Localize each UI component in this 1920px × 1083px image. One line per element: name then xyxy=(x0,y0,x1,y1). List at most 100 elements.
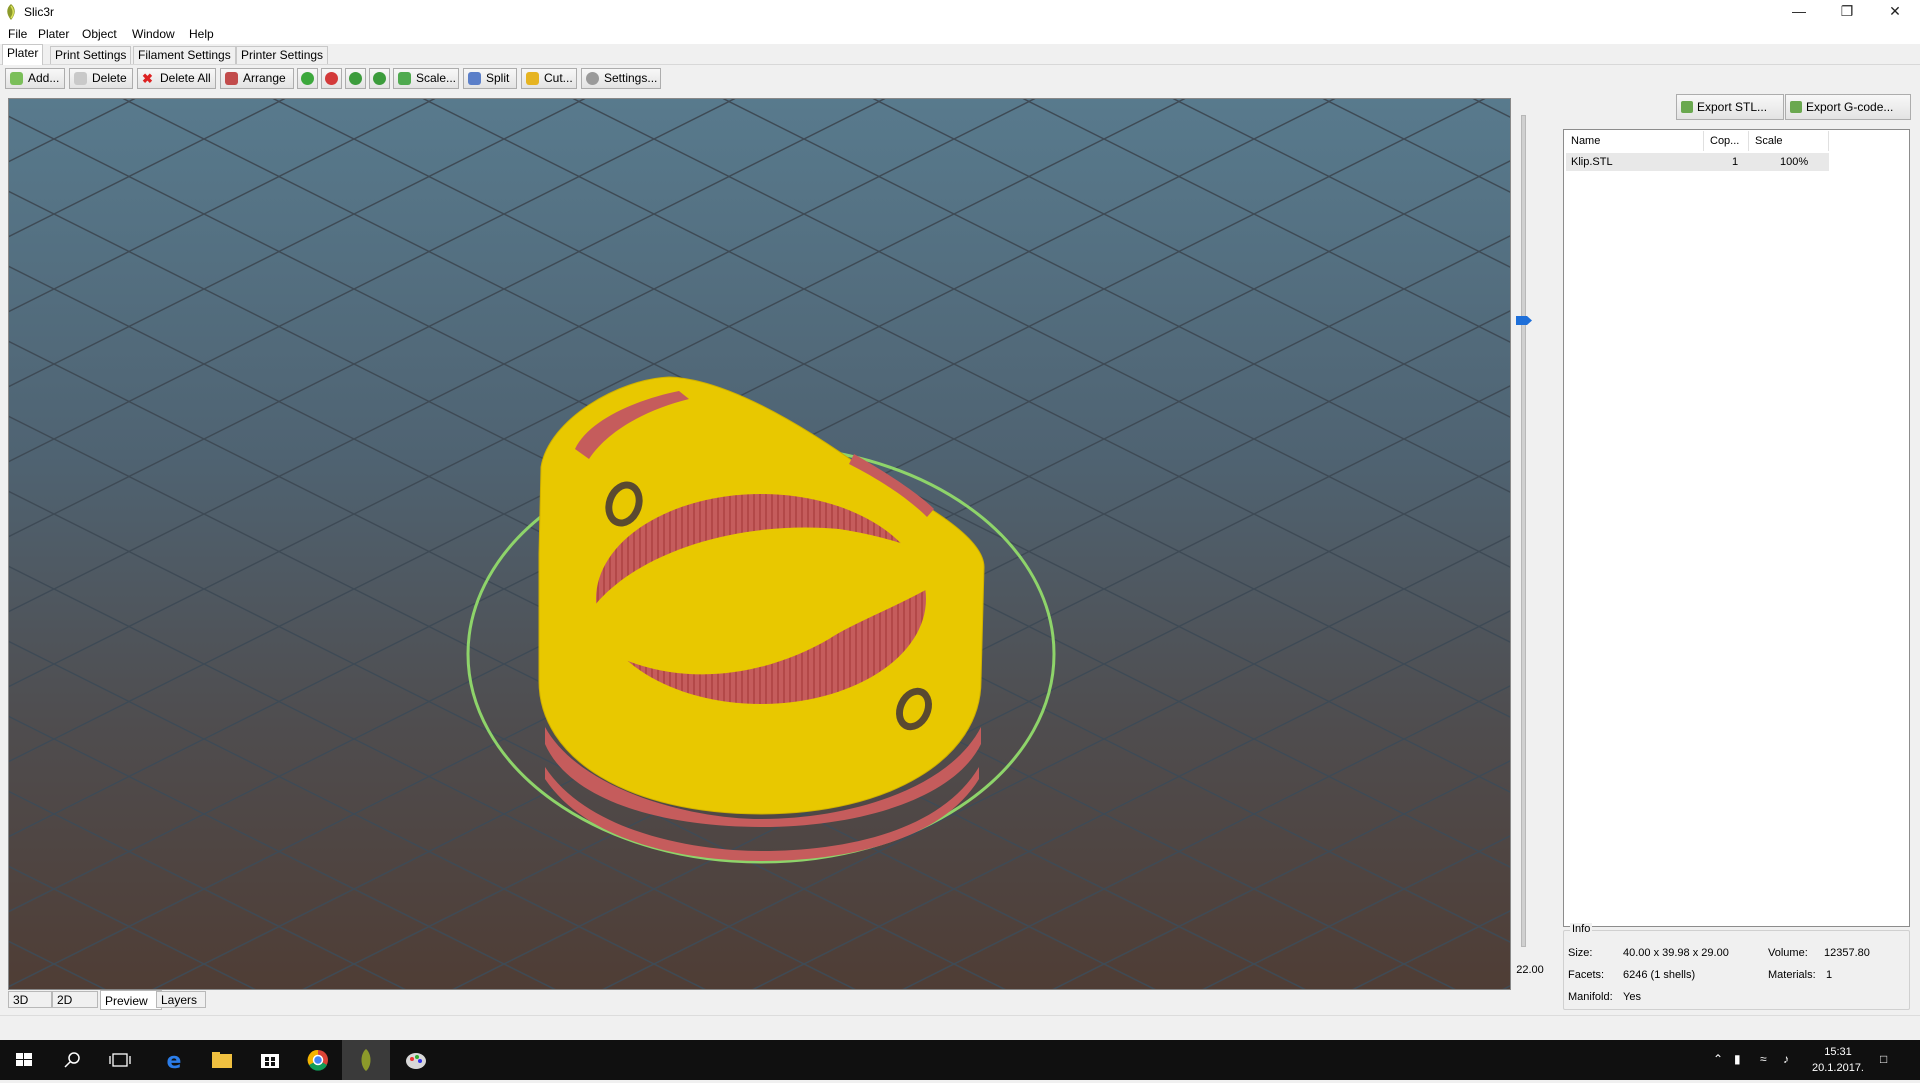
close-button[interactable]: ✕ xyxy=(1872,0,1918,24)
add-icon xyxy=(10,72,23,85)
facets-label: Facets: xyxy=(1568,969,1605,981)
clock-time: 15:31 xyxy=(1824,1046,1852,1058)
menu-file[interactable]: File xyxy=(8,27,27,41)
taskbar-paint[interactable] xyxy=(392,1040,440,1080)
export-stl-icon xyxy=(1681,101,1693,113)
notifications-icon[interactable]: □ xyxy=(1880,1052,1887,1066)
delete-all-icon: ✖ xyxy=(142,71,153,86)
tab-print-settings[interactable]: Print Settings xyxy=(50,46,132,64)
export-gcode-icon xyxy=(1790,101,1802,113)
taskbar-store[interactable] xyxy=(246,1040,294,1080)
preview-canvas[interactable] xyxy=(9,99,1510,989)
window-title: Slic3r xyxy=(24,5,55,19)
layer-slider-thumb[interactable] xyxy=(1516,315,1532,326)
taskbar-chrome[interactable] xyxy=(294,1040,342,1080)
info-legend: Info xyxy=(1570,923,1593,935)
taskbar-explorer[interactable] xyxy=(198,1040,246,1080)
delete-all-button[interactable]: ✖ Delete All xyxy=(137,68,216,89)
menu-plater[interactable]: Plater xyxy=(38,27,69,41)
tab-layers[interactable]: Layers xyxy=(156,991,206,1008)
arrange-button[interactable]: Arrange xyxy=(220,68,294,89)
object-name: Klip.STL xyxy=(1571,156,1613,168)
delete-icon xyxy=(74,72,87,85)
volume-value: 12357.80 xyxy=(1824,947,1870,959)
search-button[interactable] xyxy=(48,1040,96,1080)
slic3r-logo-icon xyxy=(7,4,15,20)
clock-date: 20.1.2017. xyxy=(1812,1062,1864,1074)
scale-button[interactable]: Scale... xyxy=(393,68,459,89)
split-icon xyxy=(468,72,481,85)
tab-printer-settings[interactable]: Printer Settings xyxy=(236,46,329,64)
rotate-right-icon xyxy=(373,72,386,85)
restore-button[interactable]: ❐ xyxy=(1824,0,1870,24)
plater-toolbar: Add... Delete ✖ Delete All Arrange Scale… xyxy=(0,66,1920,92)
tab-3d[interactable]: 3D xyxy=(8,991,52,1008)
object-scale: 100% xyxy=(1780,156,1809,168)
column-header-name[interactable]: Name xyxy=(1565,131,1704,151)
arrange-icon xyxy=(225,72,238,85)
materials-label: Materials: xyxy=(1768,969,1816,981)
split-button[interactable]: Split xyxy=(463,68,517,89)
tab-preview[interactable]: Preview xyxy=(100,990,162,1010)
manifold-value: Yes xyxy=(1623,991,1641,1003)
svg-text:e: e xyxy=(167,1049,182,1074)
slic3r-icon xyxy=(361,1049,371,1071)
rotate-left-button[interactable] xyxy=(345,68,366,89)
gear-icon xyxy=(586,72,599,85)
facets-value: 6246 (1 shells) xyxy=(1623,969,1696,981)
tab-filament-settings[interactable]: Filament Settings xyxy=(133,46,236,64)
export-stl-button[interactable]: Export STL... xyxy=(1676,94,1784,120)
edge-icon: e xyxy=(167,1049,182,1074)
start-button[interactable] xyxy=(0,1040,48,1080)
add-button[interactable]: Add... xyxy=(5,68,65,89)
tab-2d[interactable]: 2D xyxy=(52,991,98,1008)
cut-icon xyxy=(526,72,539,85)
taskbar-slic3r[interactable] xyxy=(342,1040,390,1080)
rotate-right-button[interactable] xyxy=(369,68,390,89)
task-view-button[interactable] xyxy=(96,1040,144,1080)
layer-height-value: 22.00 xyxy=(1516,964,1544,976)
delete-button[interactable]: Delete xyxy=(69,68,133,89)
export-gcode-button[interactable]: Export G-code... xyxy=(1785,94,1911,120)
layer-slider-panel xyxy=(1511,98,1551,988)
preview-viewport[interactable] xyxy=(8,98,1511,990)
column-header-copies[interactable]: Cop... xyxy=(1704,131,1749,151)
increase-copies-button[interactable] xyxy=(297,68,318,89)
decrease-copies-button[interactable] xyxy=(321,68,342,89)
tab-plater[interactable]: Plater xyxy=(2,44,44,65)
manifold-label: Manifold: xyxy=(1568,991,1613,1003)
cut-button[interactable]: Cut... xyxy=(521,68,577,89)
volume-icon[interactable]: ♪ xyxy=(1783,1052,1789,1066)
materials-value: 1 xyxy=(1826,969,1833,981)
minus-icon xyxy=(325,72,338,85)
size-label: Size: xyxy=(1568,947,1593,959)
menu-help[interactable]: Help xyxy=(189,27,214,41)
volume-label: Volume: xyxy=(1768,947,1808,959)
paint-icon xyxy=(406,1053,426,1069)
menu-object[interactable]: Object xyxy=(82,27,117,41)
taskbar-clock[interactable]: 15:31 20.1.2017. xyxy=(1808,1044,1868,1076)
battery-icon[interactable]: ▮ xyxy=(1734,1052,1741,1066)
title-bar: Slic3r — ❐ ✕ xyxy=(0,0,1920,24)
main-tabs: Plater Print Settings Filament Settings … xyxy=(0,44,1920,65)
chrome-icon xyxy=(307,1049,328,1071)
table-row[interactable]: Klip.STL 1 100% xyxy=(1566,153,1829,171)
search-icon xyxy=(64,1052,80,1068)
layer-slider-track[interactable] xyxy=(1521,115,1526,947)
object-list[interactable]: Name Cop... Scale Klip.STL 1 100% xyxy=(1563,129,1910,927)
tray-chevron-icon[interactable]: ⌃ xyxy=(1713,1052,1723,1066)
wifi-icon[interactable]: ≈ xyxy=(1760,1052,1767,1066)
taskbar-edge[interactable]: e xyxy=(150,1040,198,1080)
object-copies: 1 xyxy=(1732,156,1739,168)
taskbar: e ⌃ ▮ ≈ ♪ 15:31 20.1.2017. □ xyxy=(0,1040,1920,1080)
minimize-button[interactable]: — xyxy=(1776,0,1822,24)
folder-icon xyxy=(212,1052,232,1068)
plus-icon xyxy=(301,72,314,85)
size-value: 40.00 x 39.98 x 29.00 xyxy=(1623,947,1729,959)
menu-window[interactable]: Window xyxy=(132,27,175,41)
column-header-scale[interactable]: Scale xyxy=(1749,131,1829,151)
settings-button[interactable]: Settings... xyxy=(581,68,661,89)
scale-icon xyxy=(398,72,411,85)
status-bar xyxy=(0,1015,1920,1040)
windows-logo-icon xyxy=(16,1053,32,1066)
